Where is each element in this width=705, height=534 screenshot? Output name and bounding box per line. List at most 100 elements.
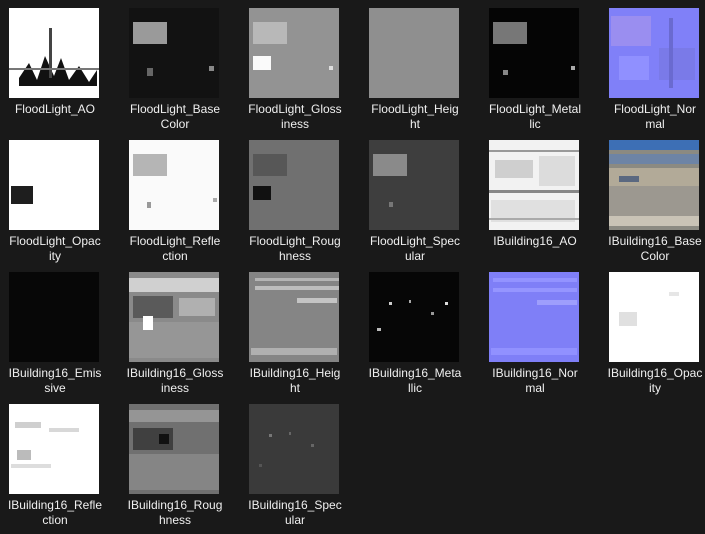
file-label-line1: FloodLight_Spec — [369, 234, 461, 248]
file-item[interactable]: FloodLight_Gloss iness — [240, 8, 358, 138]
file-label-line1: IBuilding16_Spec — [248, 498, 342, 512]
file-item[interactable]: FloodLight_Heig ht — [360, 8, 478, 138]
file-label-line2: iness — [280, 117, 309, 131]
texture-thumbnail[interactable] — [129, 140, 219, 230]
file-label: FloodLight_Nor mal — [600, 102, 705, 132]
file-label-line2: ity — [649, 381, 661, 395]
file-label: FloodLight_Refle ction — [120, 234, 230, 264]
texture-thumbnail[interactable] — [369, 272, 459, 362]
file-item[interactable]: FloodLight_Refle ction — [120, 140, 238, 270]
file-item[interactable]: FloodLight_Nor mal — [600, 8, 705, 138]
file-label-line1: FloodLight_Metal — [488, 102, 582, 116]
texture-thumbnail[interactable] — [369, 8, 459, 98]
file-label-line2: ht — [289, 381, 300, 395]
file-label: IBuilding16_Nor mal — [480, 366, 590, 396]
file-item[interactable]: IBuilding16_Gloss iness — [120, 272, 238, 402]
file-item[interactable]: IBuilding16_AO — [480, 140, 598, 270]
file-item[interactable]: FloodLight_Base Color — [120, 8, 238, 138]
file-label-line2: sive — [44, 381, 66, 395]
file-label-line1: IBuilding16_Base — [608, 234, 702, 248]
file-label-line2: llic — [408, 381, 422, 395]
texture-thumbnail[interactable] — [609, 140, 699, 230]
texture-thumbnail[interactable] — [369, 140, 459, 230]
file-label-line2: mal — [525, 381, 545, 395]
texture-thumbnail[interactable] — [129, 404, 219, 494]
file-label-line1: FloodLight_Refle — [129, 234, 221, 248]
file-label-line1: IBuilding16_Refle — [7, 498, 103, 512]
texture-thumbnail[interactable] — [249, 404, 339, 494]
file-label-line2: Color — [160, 117, 190, 131]
file-label-line1: FloodLight_Gloss — [248, 102, 342, 116]
file-item[interactable]: IBuilding16_Refle ction — [0, 404, 118, 534]
texture-thumbnail[interactable] — [609, 272, 699, 362]
file-label-line2: lic — [529, 117, 541, 131]
file-label: FloodLight_Base Color — [120, 102, 230, 132]
file-label-line1: IBuilding16_Heig — [249, 366, 341, 380]
file-label-line1: FloodLight_Nor — [613, 102, 697, 116]
file-label-line2: mal — [645, 117, 665, 131]
file-item[interactable]: IBuilding16_Base Color — [600, 140, 705, 270]
file-item[interactable]: IBuilding16_Meta llic — [360, 272, 478, 402]
texture-thumbnail[interactable] — [129, 272, 219, 362]
file-label: IBuilding16_AO — [480, 234, 590, 249]
file-label-line2: hness — [158, 513, 192, 527]
file-label-line2: ular — [404, 249, 425, 263]
file-label: FloodLight_Opac ity — [0, 234, 110, 264]
texture-thumbnail[interactable] — [129, 8, 219, 98]
file-label: IBuilding16_Emis sive — [0, 366, 110, 396]
file-label-line2: ity — [49, 249, 61, 263]
file-label: FloodLight_Spec ular — [360, 234, 470, 264]
file-label-line1: IBuilding16_AO — [493, 234, 577, 248]
texture-thumbnail[interactable] — [9, 140, 99, 230]
file-label-line1: FloodLight_Heig — [371, 102, 459, 116]
texture-thumbnail[interactable] — [489, 272, 579, 362]
file-label: IBuilding16_Gloss iness — [120, 366, 230, 396]
file-item[interactable]: IBuilding16_Opac ity — [600, 272, 705, 402]
file-label: IBuilding16_Spec ular — [240, 498, 350, 528]
file-label-line2: ht — [409, 117, 420, 131]
texture-thumbnail[interactable] — [249, 272, 339, 362]
file-label-line1: FloodLight_Base — [129, 102, 221, 116]
texture-thumbnail[interactable] — [609, 8, 699, 98]
file-label-line1: IBuilding16_Roug — [127, 498, 223, 512]
texture-thumbnail[interactable] — [9, 272, 99, 362]
file-item[interactable]: IBuilding16_Roug hness — [120, 404, 238, 534]
file-label: IBuilding16_Heig ht — [240, 366, 350, 396]
file-label-line2: ular — [284, 513, 305, 527]
file-label-line1: FloodLight_Roug — [249, 234, 341, 248]
file-item[interactable]: FloodLight_Metal lic — [480, 8, 598, 138]
file-item[interactable]: IBuilding16_Spec ular — [240, 404, 358, 534]
file-item[interactable]: FloodLight_AO — [0, 8, 118, 138]
texture-thumbnail[interactable] — [9, 404, 99, 494]
texture-thumbnail[interactable] — [489, 8, 579, 98]
file-label-line1: IBuilding16_Meta — [368, 366, 462, 380]
texture-thumbnail[interactable] — [9, 8, 99, 98]
file-label: IBuilding16_Opac ity — [600, 366, 705, 396]
file-item[interactable]: FloodLight_Spec ular — [360, 140, 478, 270]
file-label-line1: FloodLight_Opac — [9, 234, 101, 248]
file-item[interactable]: IBuilding16_Heig ht — [240, 272, 358, 402]
file-item[interactable]: FloodLight_Roug hness — [240, 140, 358, 270]
file-label-line2: iness — [160, 381, 189, 395]
file-label: FloodLight_Gloss iness — [240, 102, 350, 132]
texture-thumbnail[interactable] — [489, 140, 579, 230]
file-label-line1: IBuilding16_Emis — [8, 366, 102, 380]
file-label-line2: hness — [278, 249, 312, 263]
file-item[interactable]: IBuilding16_Emis sive — [0, 272, 118, 402]
texture-thumbnail[interactable] — [249, 140, 339, 230]
file-label: FloodLight_Heig ht — [360, 102, 470, 132]
file-label-line1: IBuilding16_Nor — [492, 366, 578, 380]
file-item[interactable]: FloodLight_Opac ity — [0, 140, 118, 270]
file-label-line2: Color — [640, 249, 670, 263]
file-label: FloodLight_Roug hness — [240, 234, 350, 264]
file-label: IBuilding16_Meta llic — [360, 366, 470, 396]
texture-thumbnail[interactable] — [249, 8, 339, 98]
file-item[interactable]: IBuilding16_Nor mal — [480, 272, 598, 402]
file-label: IBuilding16_Base Color — [600, 234, 705, 264]
file-label-line2: ction — [162, 249, 188, 263]
file-label: FloodLight_AO — [0, 102, 110, 117]
file-label: IBuilding16_Refle ction — [0, 498, 110, 528]
file-label-line1: FloodLight_AO — [14, 102, 96, 116]
file-label: FloodLight_Metal lic — [480, 102, 590, 132]
file-grid: FloodLight_AO FloodLight_Base Color FloodLi… — [0, 0, 705, 532]
